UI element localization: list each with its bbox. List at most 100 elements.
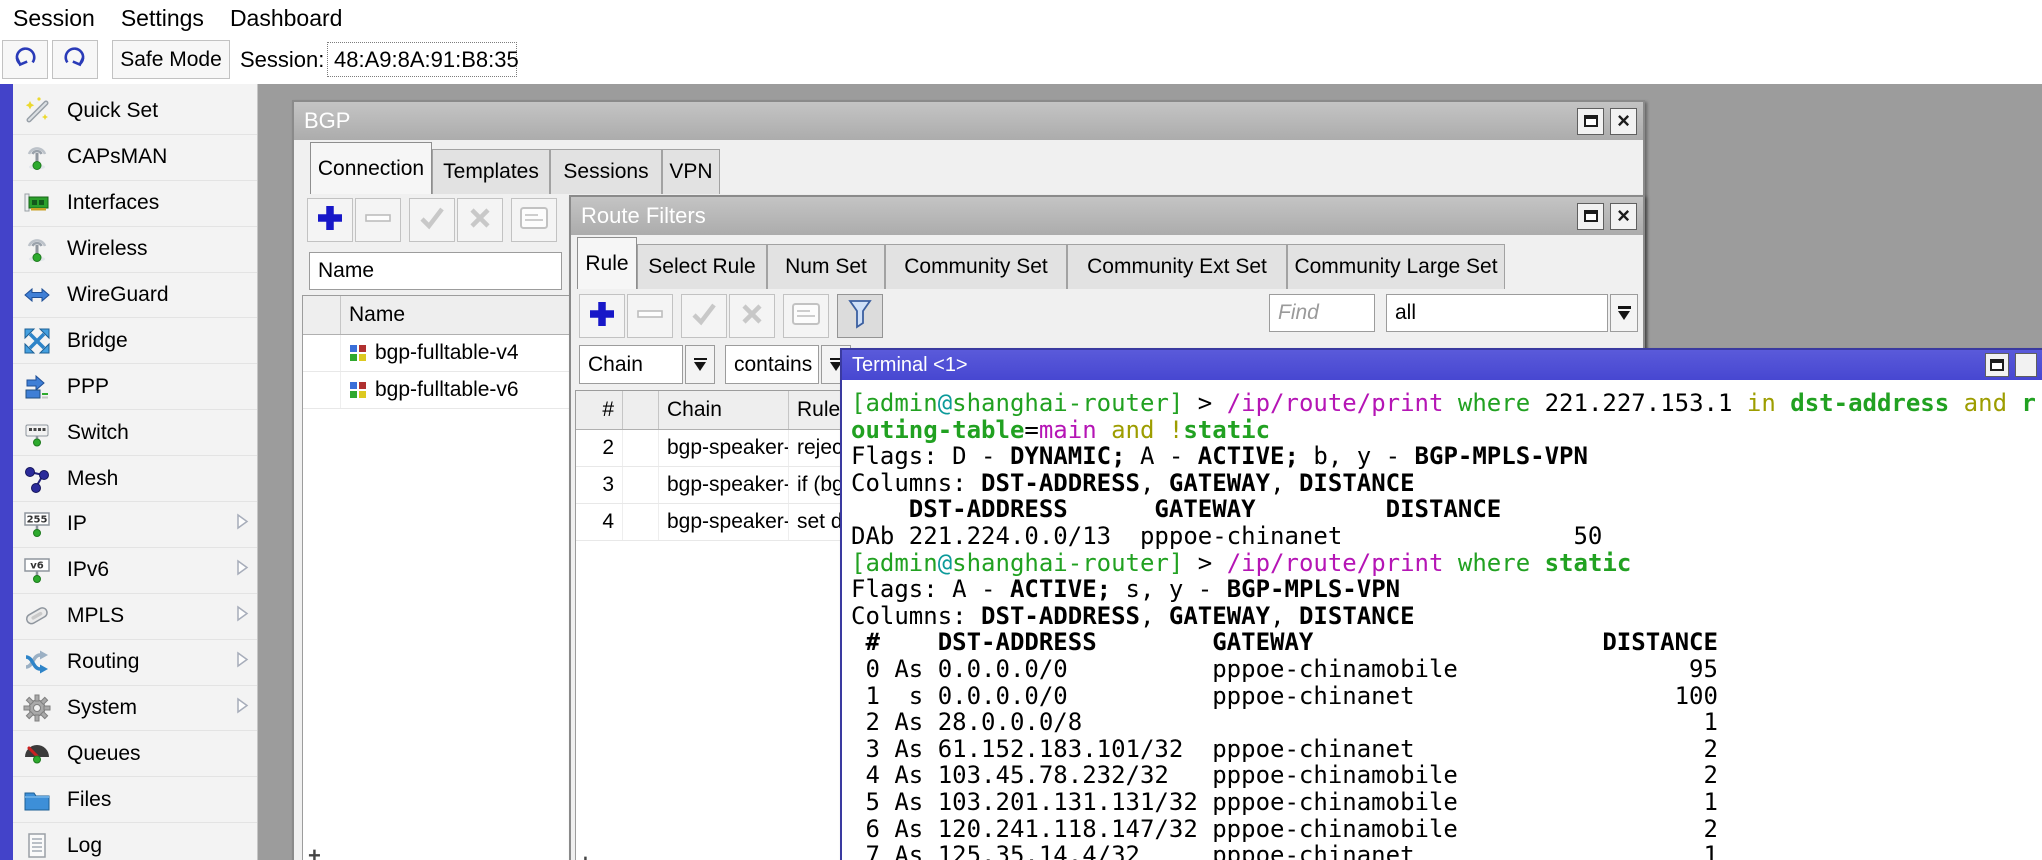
route-filters-column-header-flags[interactable]	[623, 391, 659, 429]
sidebar-item-ipv6[interactable]: v6IPv6	[13, 548, 257, 594]
terminal-console[interactable]: [admin@shanghai-router] > /ip/route/prin…	[842, 380, 2042, 860]
bgp-row-flags-cell	[303, 335, 341, 371]
route-filters-close-button[interactable]: ×	[1610, 203, 1637, 230]
sidebar-item-capsman[interactable]: CAPsMAN	[13, 135, 257, 181]
sidebar-item-label: Queues	[67, 742, 141, 766]
sidebar-accent-bar	[0, 84, 13, 860]
route-filters-column-header-chain[interactable]: Chain	[659, 391, 789, 429]
sidebar-item-interfaces[interactable]: Interfaces	[13, 181, 257, 227]
bgp-window-titlebar[interactable]: BGP ×	[294, 102, 1643, 140]
sidebar-item-files[interactable]: Files	[13, 777, 257, 823]
sidebar-item-label: WireGuard	[67, 283, 169, 307]
bgp-row-flags-cell	[303, 372, 341, 408]
terminal-window-titlebar[interactable]: Terminal <1>	[842, 350, 2042, 380]
terminal-line: [admin@shanghai-router] > /ip/route/prin…	[851, 390, 2042, 417]
terminal-line: outing-table=main and !static	[851, 417, 2042, 444]
route-filters-window-titlebar[interactable]: Route Filters ×	[571, 197, 1643, 235]
terminal-partial-button[interactable]	[2015, 353, 2037, 377]
route-filters-tab-community-large-set[interactable]: Community Large Set	[1287, 244, 1505, 289]
route-filters-column-header-number[interactable]: #	[576, 391, 623, 429]
bgp-column-header-name-label: Name	[349, 303, 405, 327]
route-filters-tab-community-set[interactable]: Community Set	[885, 244, 1067, 289]
safe-mode-button[interactable]: Safe Mode	[112, 40, 230, 79]
add-icon	[586, 298, 618, 335]
undo-arrow-icon	[12, 44, 38, 76]
bgp-comment-button[interactable]	[511, 198, 557, 242]
sidebar-item-log[interactable]: Log	[13, 823, 257, 860]
view-scope-dropdown-button[interactable]	[1610, 294, 1638, 332]
route-filters-remove-button[interactable]	[627, 294, 673, 338]
route-filters-filter-button[interactable]	[837, 294, 883, 338]
find-input[interactable]: Find	[1269, 294, 1375, 332]
route-filters-disable-button[interactable]	[729, 294, 775, 338]
route-filters-comment-button[interactable]	[783, 294, 829, 338]
sidebar-item-wireless[interactable]: Wireless	[13, 227, 257, 273]
antenna-icon	[21, 141, 53, 173]
session-value-field[interactable]: 48:A9:8A:91:B8:35	[327, 42, 517, 77]
route-filters-tab-select-rule[interactable]: Select Rule	[637, 244, 767, 289]
terminal-maximize-button[interactable]	[1985, 353, 2009, 377]
sidebar-item-label: PPP	[67, 375, 109, 399]
route-filters-tab-num-set[interactable]: Num Set	[767, 244, 885, 289]
bgp-maximize-button[interactable]	[1577, 108, 1604, 135]
bgp-enable-button[interactable]	[409, 198, 455, 242]
wireguard-arrows-icon	[21, 279, 53, 311]
route-filters-maximize-button[interactable]	[1577, 203, 1604, 230]
view-scope-value: all	[1395, 301, 1416, 325]
bgp-tab-sessions[interactable]: Sessions	[550, 149, 662, 194]
terminal-line: DST-ADDRESS GATEWAY DISTANCE	[851, 496, 2042, 523]
view-scope-dropdown[interactable]: all	[1386, 294, 1608, 332]
sidebar-item-label: Log	[67, 834, 102, 858]
sidebar-item-wireguard[interactable]: WireGuard	[13, 273, 257, 319]
menu-item-session[interactable]: Session	[0, 3, 108, 34]
sidebar-item-routing[interactable]: Routing	[13, 640, 257, 686]
submenu-arrow-icon	[236, 651, 249, 673]
filter-operator-dropdown[interactable]: contains	[725, 345, 819, 384]
bgp-name-filter-input[interactable]: Name	[309, 252, 562, 290]
filter-column-dropdown[interactable]: Chain	[579, 345, 683, 384]
terminal-line: [admin@shanghai-router] > /ip/route/prin…	[851, 550, 2042, 577]
bgp-disable-button[interactable]	[457, 198, 503, 242]
route-filters-enable-button[interactable]	[681, 294, 727, 338]
rule-chain-cell: bgp-speaker-...	[659, 467, 789, 503]
route-filters-add-button[interactable]	[579, 294, 625, 338]
sidebar-item-ppp[interactable]: PPP	[13, 364, 257, 410]
bgp-row-name: bgp-fulltable-v6	[375, 378, 519, 402]
enable-icon	[690, 301, 718, 332]
sidebar-item-system[interactable]: System	[13, 686, 257, 732]
menu-item-settings[interactable]: Settings	[108, 3, 217, 34]
bgp-close-button[interactable]: ×	[1610, 108, 1637, 135]
sidebar-item-quick-set[interactable]: Quick Set	[13, 89, 257, 135]
bgp-tab-connection[interactable]: Connection	[310, 142, 432, 194]
undo-button[interactable]	[2, 40, 48, 79]
bgp-add-button[interactable]	[307, 198, 353, 242]
route-filters-tab-community-ext-set[interactable]: Community Ext Set	[1067, 244, 1287, 289]
bgp-column-header-flags[interactable]	[303, 296, 341, 334]
bgp-tab-templates[interactable]: Templates	[432, 149, 550, 194]
sidebar-item-label: Mesh	[67, 467, 118, 491]
redo-button[interactable]	[52, 40, 98, 79]
sidebar-item-label: Interfaces	[67, 191, 159, 215]
sidebar-item-label: Wireless	[67, 237, 148, 261]
sidebar-item-mesh[interactable]: Mesh	[13, 456, 257, 502]
terminal-line: 3 As 61.152.183.101/32 pppoe-chinanet 2	[851, 736, 2042, 763]
sidebar-item-bridge[interactable]: Bridge	[13, 318, 257, 364]
sidebar-item-queues[interactable]: Queues	[13, 731, 257, 777]
svg-text:v6: v6	[30, 561, 44, 572]
bgp-row-name: bgp-fulltable-v4	[375, 341, 519, 365]
sidebar-item-label: Switch	[67, 421, 129, 445]
bgp-remove-button[interactable]	[355, 198, 401, 242]
sidebar-item-switch[interactable]: Switch	[13, 410, 257, 456]
bgp-column-header-name[interactable]: Name	[341, 296, 603, 334]
network-card-icon	[21, 187, 53, 219]
bgp-tab-vpn[interactable]: VPN	[662, 149, 720, 194]
sidebar-item-mpls[interactable]: MPLS	[13, 594, 257, 640]
maximize-icon	[1990, 359, 2004, 371]
terminal-line: Flags: D - DYNAMIC; A - ACTIVE; b, y - B…	[851, 443, 2042, 470]
sidebar-item-ip[interactable]: 255IP	[13, 502, 257, 548]
remove-icon	[636, 307, 664, 325]
filter-column-dropdown-button[interactable]	[685, 345, 715, 384]
route-filters-tab-rule[interactable]: Rule	[577, 237, 637, 289]
menu-item-dashboard[interactable]: Dashboard	[217, 3, 356, 34]
sidebar-item-label: Quick Set	[67, 99, 158, 123]
